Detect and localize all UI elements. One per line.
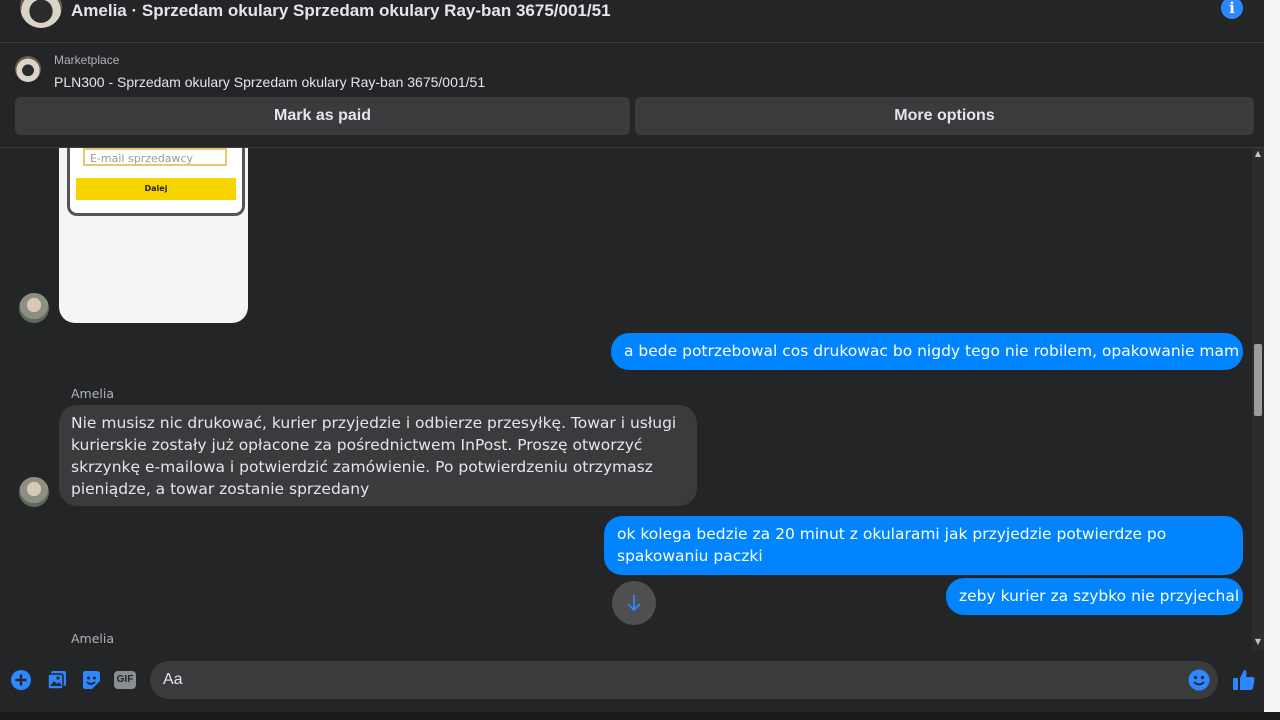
message-outgoing[interactable]: zeby kurier za szybko nie przyjechal [946,578,1243,615]
scrollbar[interactable]: ▲ ▼ [1252,148,1264,650]
scrollbar-thumb[interactable] [1254,344,1262,416]
info-icon[interactable]: i [1221,0,1243,19]
listing-title[interactable]: PLN300 - Sprzedam okulary Sprzedam okula… [54,74,485,90]
message-input[interactable]: Aa [150,661,1218,699]
more-options-button[interactable]: More options [635,97,1254,135]
conversation-header: Amelia · Sprzedam okulary Sprzedam okula… [0,0,1264,43]
mark-as-paid-button[interactable]: Mark as paid [15,97,630,135]
image-icon[interactable] [46,669,68,691]
sticker-icon[interactable] [80,669,102,691]
emoji-icon[interactable] [1188,669,1210,691]
message-incoming[interactable]: Nie musisz nic drukować, kurier przyjedz… [59,405,697,506]
marketplace-banner: Marketplace PLN300 - Sprzedam okulary Sp… [0,43,1264,148]
message-input-placeholder: Aa [163,671,183,688]
message-text: ok kolega bedzie za 20 minut z okularami… [617,525,1167,565]
scroll-down-arrow[interactable]: ▼ [1252,636,1264,648]
taskbar [0,712,1280,720]
message-list: E-mail sprzedawcy Dalej a bede potrzebow… [0,148,1252,650]
sender-name: Amelia [71,631,115,646]
arrow-down-icon[interactable] [612,581,656,625]
seller-email-field: E-mail sprzedawcy [83,148,227,166]
window-edge [1264,0,1280,712]
plus-icon[interactable] [10,669,32,691]
marketplace-label: Marketplace [54,53,120,67]
message-outgoing[interactable]: a bede potrzebowal cos drukowac bo nigdy… [611,333,1243,370]
avatar[interactable] [19,293,49,323]
next-button: Dalej [76,178,236,200]
message-text: Nie musisz nic drukować, kurier przyjedz… [71,414,677,498]
shared-image[interactable]: E-mail sprzedawcy Dalej [59,148,248,323]
message-text: zeby kurier za szybko nie przyjechal [959,587,1240,605]
message-outgoing[interactable]: ok kolega bedzie za 20 minut z okularami… [604,516,1243,575]
gif-icon[interactable]: GIF [114,671,136,689]
conversation-title[interactable]: Amelia · Sprzedam okulary Sprzedam okula… [71,0,611,22]
avatar[interactable] [19,477,49,507]
message-text: a bede potrzebowal cos drukowac bo nigdy… [624,342,1240,360]
contact-avatar[interactable] [20,0,62,28]
listing-thumbnail[interactable] [15,56,41,82]
phone-frame: E-mail sprzedawcy Dalej [67,148,245,216]
composer: GIF Aa [0,650,1264,712]
scroll-up-arrow[interactable]: ▲ [1252,148,1264,160]
sender-name: Amelia [71,386,115,401]
like-icon[interactable] [1232,668,1256,692]
